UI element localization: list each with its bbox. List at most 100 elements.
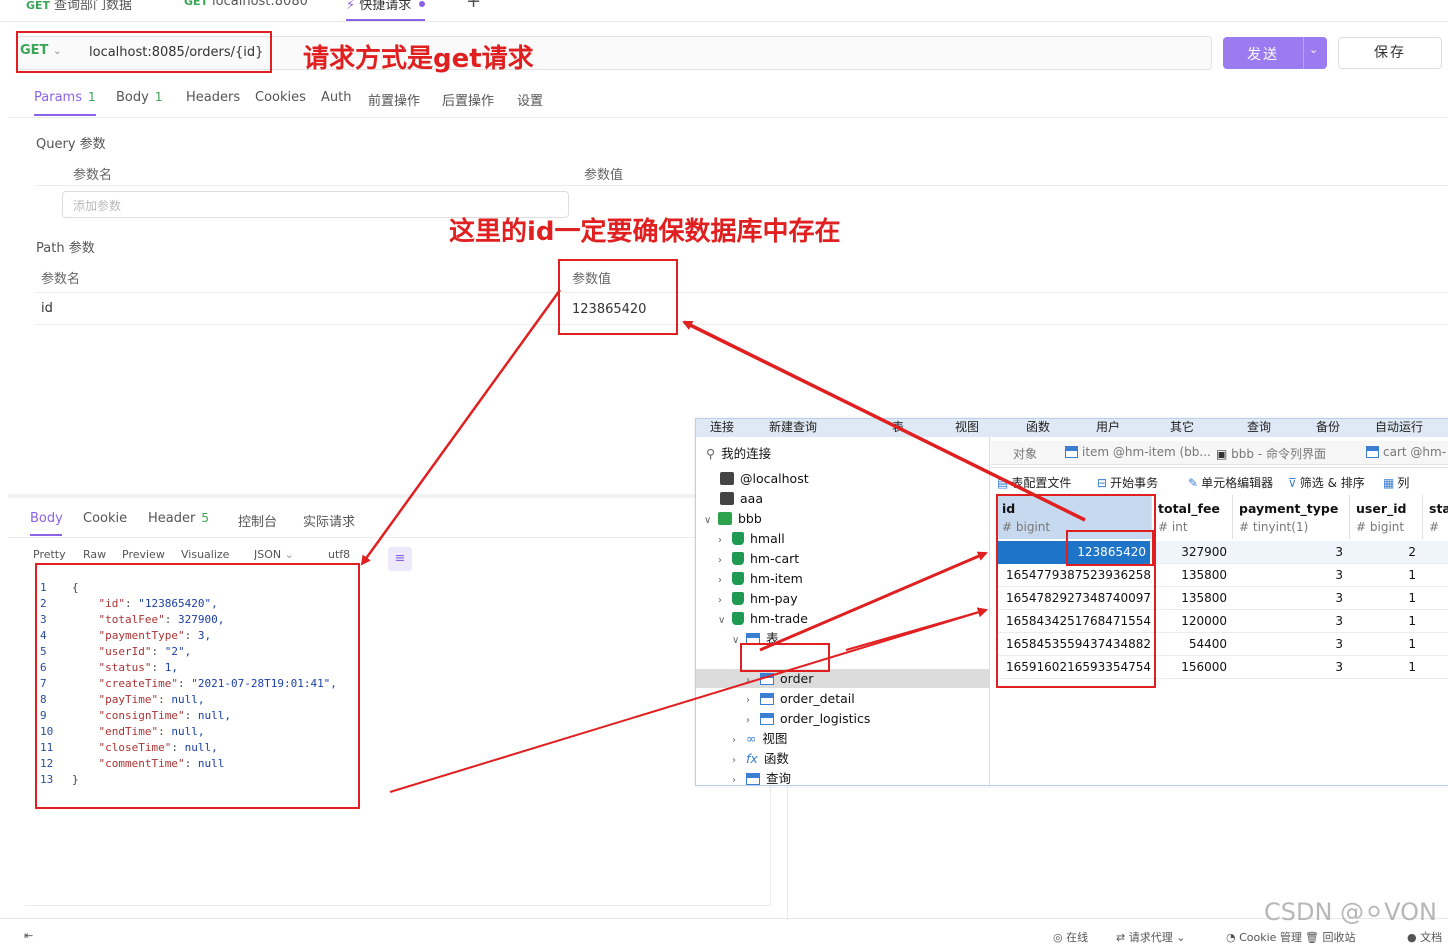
tab-console[interactable]: ▣ bbb - 命令列界面 [1216,445,1326,462]
resp-tab-body[interactable]: Body [30,511,63,526]
cell-payment-type[interactable]: 3 [1233,614,1343,628]
menu-connect[interactable]: 连接 [710,419,734,435]
col-header-total-fee[interactable]: total_fee # int [1152,495,1233,539]
btn-columns[interactable]: ▦ 列 [1383,474,1409,491]
chevron-down-icon[interactable]: ⌄ [1309,43,1318,56]
folder-views[interactable]: › ∞ 视图 [732,729,787,749]
col-header-status[interactable]: sta# [1423,495,1448,539]
cell-payment-type[interactable]: 3 [1233,591,1343,605]
cell-user-id[interactable]: 1 [1350,637,1416,651]
cell-total-fee[interactable]: 135800 [1152,568,1227,582]
panel-splitter[interactable] [8,494,708,498]
status-online[interactable]: ◎ 在线 [1053,929,1088,945]
columns-icon: ▦ [1383,476,1395,490]
path-params-title: Path 参数 [36,241,95,256]
cell-total-fee[interactable]: 135800 [1152,591,1227,605]
db-hm-trade[interactable]: ∨ hm-trade [718,609,808,629]
cell-total-fee[interactable]: 327900 [1152,545,1227,559]
wrap-lines-icon[interactable]: ≡ [388,547,412,571]
tab-cart-table[interactable]: cart @hm- [1366,445,1446,459]
table-order-detail[interactable]: › order_detail [746,689,855,709]
menu-function[interactable]: 函数 [1026,419,1050,435]
conn-localhost[interactable]: @localhost [720,469,809,489]
tab-params[interactable]: Params 1 [34,90,96,105]
add-tab-icon[interactable]: + [466,0,481,15]
folder-queries[interactable]: › 查询 [732,769,791,785]
db-hm-pay[interactable]: › hm-pay [718,589,798,609]
conn-bbb[interactable]: ∨ bbb [704,509,762,529]
tab-auth[interactable]: Auth [321,90,351,105]
cell-user-id[interactable]: 1 [1350,591,1416,605]
tab-cookies[interactable]: Cookies [255,90,306,105]
tab-localhost[interactable]: GET localhost:8080 [184,0,308,18]
watermark: CSDN @⚪VON [1264,898,1438,926]
menu-backup[interactable]: 备份 [1316,419,1340,435]
tab-item-table[interactable]: item @hm-item (bb... [1065,445,1211,459]
btn-filter-sort[interactable]: ⊽ 筛选 & 排序 [1288,474,1365,491]
resp-tab-header[interactable]: Header 5 [148,511,209,526]
col-header-user-id[interactable]: user_id # bigint [1350,495,1423,539]
tab-query-dept[interactable]: GET 查询部门数据 [26,0,132,18]
cell-user-id[interactable]: 1 [1350,568,1416,582]
chevron-right-icon: › [718,535,722,546]
table-order[interactable]: › order [746,669,813,689]
view-icon: ∞ [746,731,757,746]
resp-tab-actual-request[interactable]: 实际请求 [303,511,355,530]
tab-quick-request[interactable]: ⚡ 快捷请求 [346,0,426,21]
menu-view[interactable]: 视图 [955,419,979,435]
status-cookie[interactable]: ◔ Cookie 管理 [1226,929,1302,945]
db-hmall[interactable]: › hmall [718,529,785,549]
cell-user-id[interactable]: 1 [1350,614,1416,628]
btn-begin-transaction[interactable]: ⊟ 开始事务 [1097,474,1158,491]
folder-functions[interactable]: › fx 函数 [732,749,789,769]
tree-root[interactable]: ⚲ 我的连接 [706,444,771,464]
resp-tab-cookie[interactable]: Cookie [83,511,127,526]
cell-payment-type[interactable]: 3 [1233,568,1343,582]
menu-new-query[interactable]: 新建查询 [769,419,817,435]
db-hm-cart[interactable]: › hm-cart [718,549,799,569]
save-button[interactable]: 保存 [1338,37,1442,69]
menu-table[interactable]: 表 [892,419,904,435]
tab-settings[interactable]: 设置 [517,90,543,109]
resp-tab-console[interactable]: 控制台 [238,511,277,530]
cell-payment-type[interactable]: 3 [1233,660,1343,674]
tab-headers[interactable]: Headers [186,90,240,105]
active-tab-indicator [34,114,96,116]
menu-automation[interactable]: 自动运行 [1375,419,1423,435]
navicat-menubar: 连接 新建查询 表 视图 函数 用户 其它 查询 备份 自动运行 [696,419,1448,437]
btn-cell-editor[interactable]: ✎ 单元格编辑器 [1188,474,1273,491]
status-proxy[interactable]: ⇄ 请求代理 ⌄ [1116,929,1185,945]
status-trash[interactable]: 🗑 回收站 [1305,929,1355,945]
table-order-logistics[interactable]: › order_logistics [746,709,870,729]
conn-aaa[interactable]: aaa [720,489,763,509]
col-header-payment-type[interactable]: payment_type # tinyint(1) [1233,495,1350,539]
filter-icon: ⊽ [1288,476,1297,490]
table-icon [760,713,774,725]
chevron-right-icon: › [732,755,736,766]
cell-total-fee[interactable]: 54400 [1152,637,1227,651]
db-hm-item[interactable]: › hm-item [718,569,803,589]
collapse-icon[interactable]: ⇤ [24,929,33,942]
divider [25,905,771,906]
tab-objects[interactable]: 对象 [1013,445,1037,462]
send-button[interactable]: 发送 ⌄ [1223,37,1327,69]
btn-table-profile[interactable]: ▤ 表配置文件 [997,474,1071,491]
menu-other[interactable]: 其它 [1170,419,1194,435]
menu-user[interactable]: 用户 [1096,419,1120,435]
cell-payment-type[interactable]: 3 [1233,637,1343,651]
tab-post-ops[interactable]: 后置操作 [442,90,494,109]
tab-body[interactable]: Body 1 [116,90,162,105]
path-param-name: id [41,301,53,316]
query-col-name: 参数名 [73,168,113,183]
cell-user-id[interactable]: 1 [1350,660,1416,674]
tab-pre-ops[interactable]: 前置操作 [368,90,420,109]
menu-query[interactable]: 查询 [1247,419,1271,435]
cell-total-fee[interactable]: 156000 [1152,660,1227,674]
cell-user-id[interactable]: 2 [1350,545,1416,559]
table-icon [1065,446,1078,458]
status-docs[interactable]: ● 文档 [1407,929,1442,945]
more-icon[interactable]: ··· [506,0,518,14]
plug-icon: ⚲ [706,446,716,461]
cell-payment-type[interactable]: 3 [1233,545,1343,559]
cell-total-fee[interactable]: 120000 [1152,614,1227,628]
